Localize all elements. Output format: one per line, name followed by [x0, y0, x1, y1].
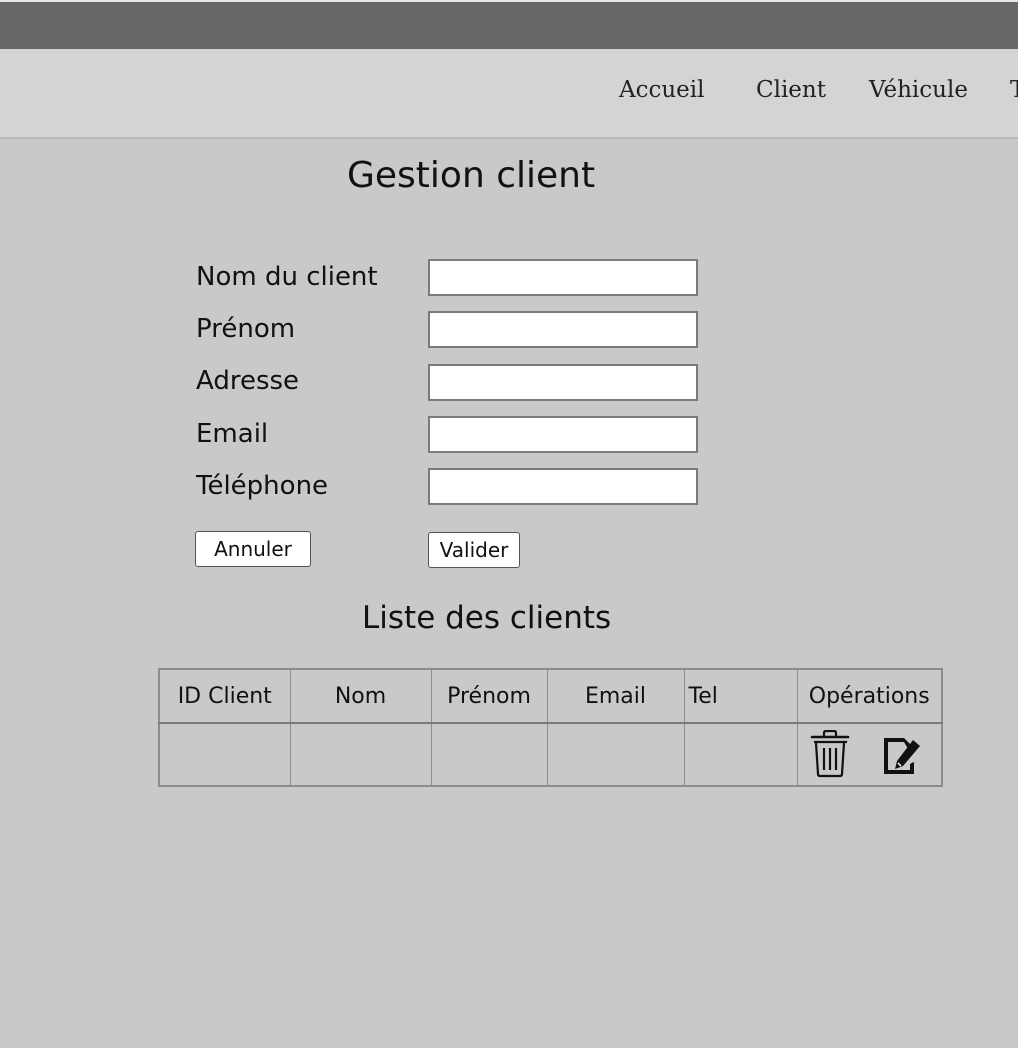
- list-title: Liste des clients: [362, 600, 612, 636]
- field-label-email: Email: [196, 419, 269, 449]
- title-bar: [0, 2, 1018, 49]
- nav-item-vehicule[interactable]: Véhicule: [869, 77, 968, 103]
- prenom-input[interactable]: [428, 311, 698, 348]
- table-cell-id-client: [158, 722, 291, 787]
- column-header-operations: Opérations: [796, 668, 943, 724]
- table-header-row: ID Client Nom Prénom Email Tel Opération…: [158, 668, 943, 724]
- submit-button[interactable]: Valider: [428, 532, 520, 568]
- page: Accueil Client Véhicule T Gestion client…: [0, 0, 1018, 1048]
- navigation-bar: Accueil Client Véhicule T: [0, 49, 1018, 139]
- telephone-input[interactable]: [428, 468, 698, 505]
- client-table: ID Client Nom Prénom Email Tel Opération…: [158, 668, 943, 787]
- nav-item-client[interactable]: Client: [756, 77, 826, 103]
- column-header-id-client: ID Client: [158, 668, 291, 724]
- table-cell-prenom: [430, 722, 548, 787]
- field-label-nom: Nom du client: [196, 262, 378, 292]
- nav-item-accueil[interactable]: Accueil: [619, 77, 705, 103]
- table-cell-email: [546, 722, 685, 787]
- column-header-nom: Nom: [289, 668, 432, 724]
- email-input[interactable]: [428, 416, 698, 453]
- edit-icon[interactable]: [880, 730, 920, 778]
- table-cell-operations: [796, 722, 943, 787]
- table-cell-tel: [683, 722, 798, 787]
- table-cell-nom: [289, 722, 432, 787]
- field-label-telephone: Téléphone: [196, 471, 329, 501]
- nom-input[interactable]: [428, 259, 698, 296]
- table-row: [158, 722, 943, 787]
- cancel-button[interactable]: Annuler: [195, 531, 311, 567]
- column-header-email: Email: [546, 668, 685, 724]
- column-header-prenom: Prénom: [430, 668, 548, 724]
- adresse-input[interactable]: [428, 364, 698, 401]
- field-label-prenom: Prénom: [196, 314, 296, 344]
- column-header-tel: Tel: [683, 668, 798, 724]
- trash-icon[interactable]: [810, 730, 850, 778]
- nav-item-truncated[interactable]: T: [1010, 77, 1018, 103]
- field-label-adresse: Adresse: [196, 366, 300, 396]
- form-title: Gestion client: [347, 155, 596, 196]
